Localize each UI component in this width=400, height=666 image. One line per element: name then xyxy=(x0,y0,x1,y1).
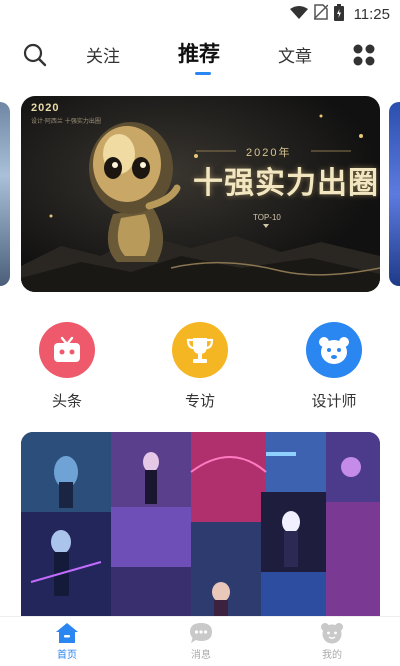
banner-title: 十强实力出圈 xyxy=(193,166,379,201)
bear-face-icon xyxy=(319,337,349,364)
search-icon xyxy=(23,43,47,67)
carousel-next-slide[interactable] xyxy=(389,102,400,286)
category-headlines[interactable]: 头条 xyxy=(27,322,107,411)
battery-icon xyxy=(333,3,344,25)
nav-messages-label: 消息 xyxy=(191,650,211,661)
grid-icon xyxy=(353,44,375,66)
nav-home-label: 首页 xyxy=(57,650,77,661)
banner-carousel[interactable]: 2020 设计·阿西兰 十强实力出圈 2020年 十强实力出圈 TOP-10 xyxy=(0,96,400,292)
trophy-icon xyxy=(186,338,214,363)
nav-home[interactable]: 首页 xyxy=(37,622,97,661)
banner-badge-subtitle: 设计·阿西兰 十强实力出圈 xyxy=(31,118,101,125)
top-nav: 关注 推荐 文章 xyxy=(0,34,400,80)
profile-icon xyxy=(321,623,343,644)
search-button[interactable] xyxy=(22,42,48,68)
chat-icon xyxy=(190,623,212,643)
more-button[interactable] xyxy=(351,42,377,68)
category-interview[interactable]: 专访 xyxy=(160,322,240,411)
category-icon-circle xyxy=(39,322,95,378)
banner-slide[interactable]: 2020 设计·阿西兰 十强实力出圈 2020年 十强实力出圈 TOP-10 xyxy=(21,96,380,292)
nav-mine-label: 我的 xyxy=(322,650,342,661)
status-icons: 11:25 xyxy=(289,3,390,25)
tab-recommend[interactable]: 推荐 xyxy=(178,38,220,68)
nav-mine[interactable]: 我的 xyxy=(302,622,362,661)
bottom-nav-bar: 首页 消息 我的 xyxy=(0,616,400,666)
category-designer[interactable]: 设计师 xyxy=(294,322,374,411)
status-time: 11:25 xyxy=(353,5,390,23)
category-label: 头条 xyxy=(51,392,82,410)
tv-icon xyxy=(54,336,80,362)
banner-badge-year: 2020 xyxy=(31,102,60,114)
no-sim-icon xyxy=(313,4,329,24)
wifi-icon xyxy=(289,5,308,24)
banner-top-label: TOP-10 xyxy=(253,213,281,222)
active-tab-indicator xyxy=(195,72,211,75)
status-bar: 11:25 xyxy=(0,0,400,28)
category-icon-circle xyxy=(306,322,362,378)
category-icon-circle xyxy=(172,322,228,378)
carousel-prev-slide[interactable] xyxy=(0,102,10,286)
tab-article[interactable]: 文章 xyxy=(278,42,312,67)
feature-card[interactable] xyxy=(21,432,380,618)
home-icon xyxy=(56,623,78,643)
category-label: 专访 xyxy=(184,392,215,410)
tab-follow[interactable]: 关注 xyxy=(86,42,120,67)
feature-card-artwork xyxy=(21,432,380,618)
nav-messages[interactable]: 消息 xyxy=(171,622,231,661)
category-label: 设计师 xyxy=(311,392,357,410)
